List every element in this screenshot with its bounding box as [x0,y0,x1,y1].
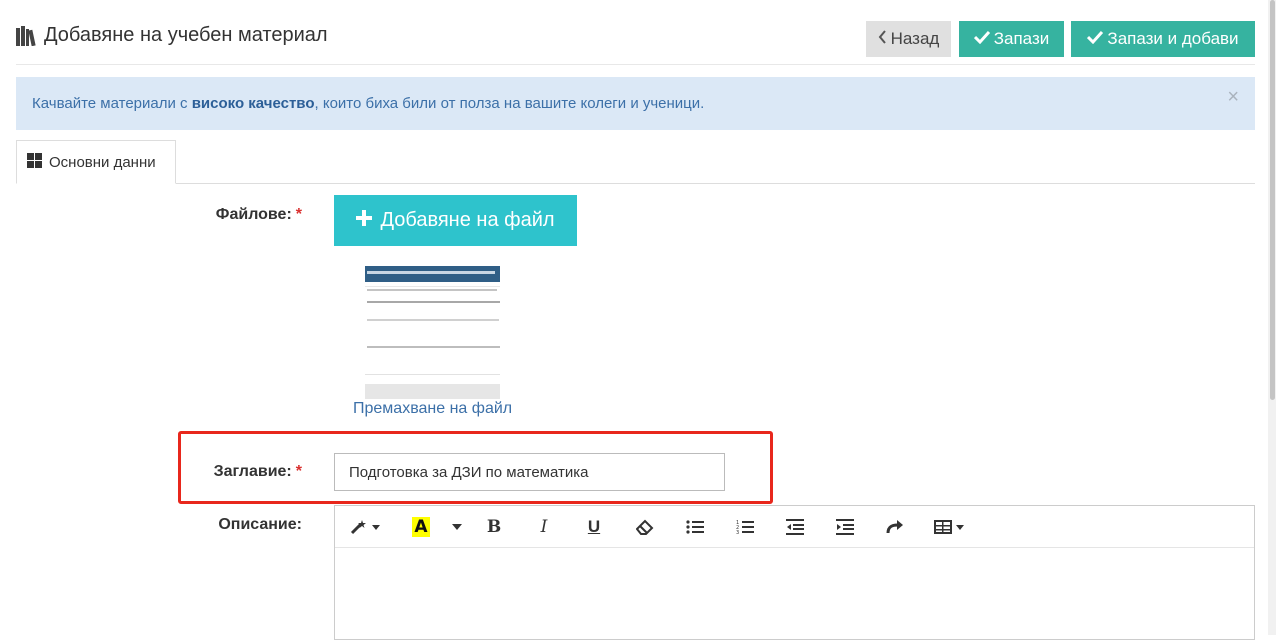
files-label-text: Файлове: [215,206,292,223]
info-alert: Качвайте материали с високо качество, ко… [16,77,1255,130]
scrollbar-thumb[interactable] [1270,0,1275,400]
italic-icon[interactable]: I [536,516,552,538]
indent-icon[interactable] [835,516,855,538]
save-and-add-button-label: Запази и добави [1107,29,1239,48]
plus-icon [356,209,373,232]
close-icon[interactable]: × [1227,86,1239,109]
eraser-icon[interactable] [635,516,655,538]
svg-text:3: 3 [736,530,739,535]
editor-toolbar: A B I U 123 [335,506,1254,548]
tab-divider [16,183,1255,184]
title-label: Заглавие: * [180,463,302,481]
description-editor[interactable]: A B I U 123 [334,505,1255,640]
alert-text-bold: високо качество [191,95,315,112]
files-label: Файлове: * [180,206,302,224]
save-button[interactable]: Запази [959,21,1064,57]
required-mark: * [295,463,302,480]
tab-label: Основни данни [49,153,156,171]
underline-icon[interactable]: U [585,516,603,538]
books-icon [16,25,38,46]
title-label-text: Заглавие: [213,463,292,480]
text-color-glyph: A [412,517,430,537]
file-thumbnail [365,266,500,399]
alert-text-after: , които биха били от полза на вашите кол… [314,95,705,112]
description-label: Описание: [218,516,302,533]
alert-text-before: Качвайте материали с [32,95,192,112]
bold-icon[interactable]: B [485,516,503,538]
page-title: Добавяне на учебен материал [16,24,328,47]
table-icon[interactable] [933,516,969,538]
text-color-icon[interactable]: A [410,516,432,538]
ordered-list-icon[interactable]: 123 [735,516,755,538]
back-button[interactable]: Назад [866,21,951,57]
tab-basic-data[interactable]: Основни данни [16,140,176,184]
dropdown-icon[interactable] [450,516,464,538]
title-input[interactable] [334,453,725,491]
chevron-left-icon [878,29,887,49]
save-and-add-button[interactable]: Запази и добави [1071,21,1255,57]
back-button-label: Назад [890,29,940,48]
grid-icon [27,152,42,172]
required-mark: * [295,206,302,223]
save-button-label: Запази [993,29,1050,48]
add-file-button[interactable]: Добавяне на файл [334,195,577,246]
page-title-text: Добавяне на учебен материал [44,24,328,46]
alert-text: Качвайте материали с високо качество, ко… [32,95,704,112]
check-icon [1087,29,1104,49]
unordered-list-icon[interactable] [685,516,705,538]
outdent-icon[interactable] [785,516,805,538]
add-file-label: Добавяне на файл [380,209,555,231]
header-divider [16,64,1255,65]
magic-wand-icon[interactable] [349,516,383,538]
redo-icon[interactable] [885,516,905,538]
remove-file-link[interactable]: Премахване на файл [353,400,512,418]
check-icon [973,29,990,49]
